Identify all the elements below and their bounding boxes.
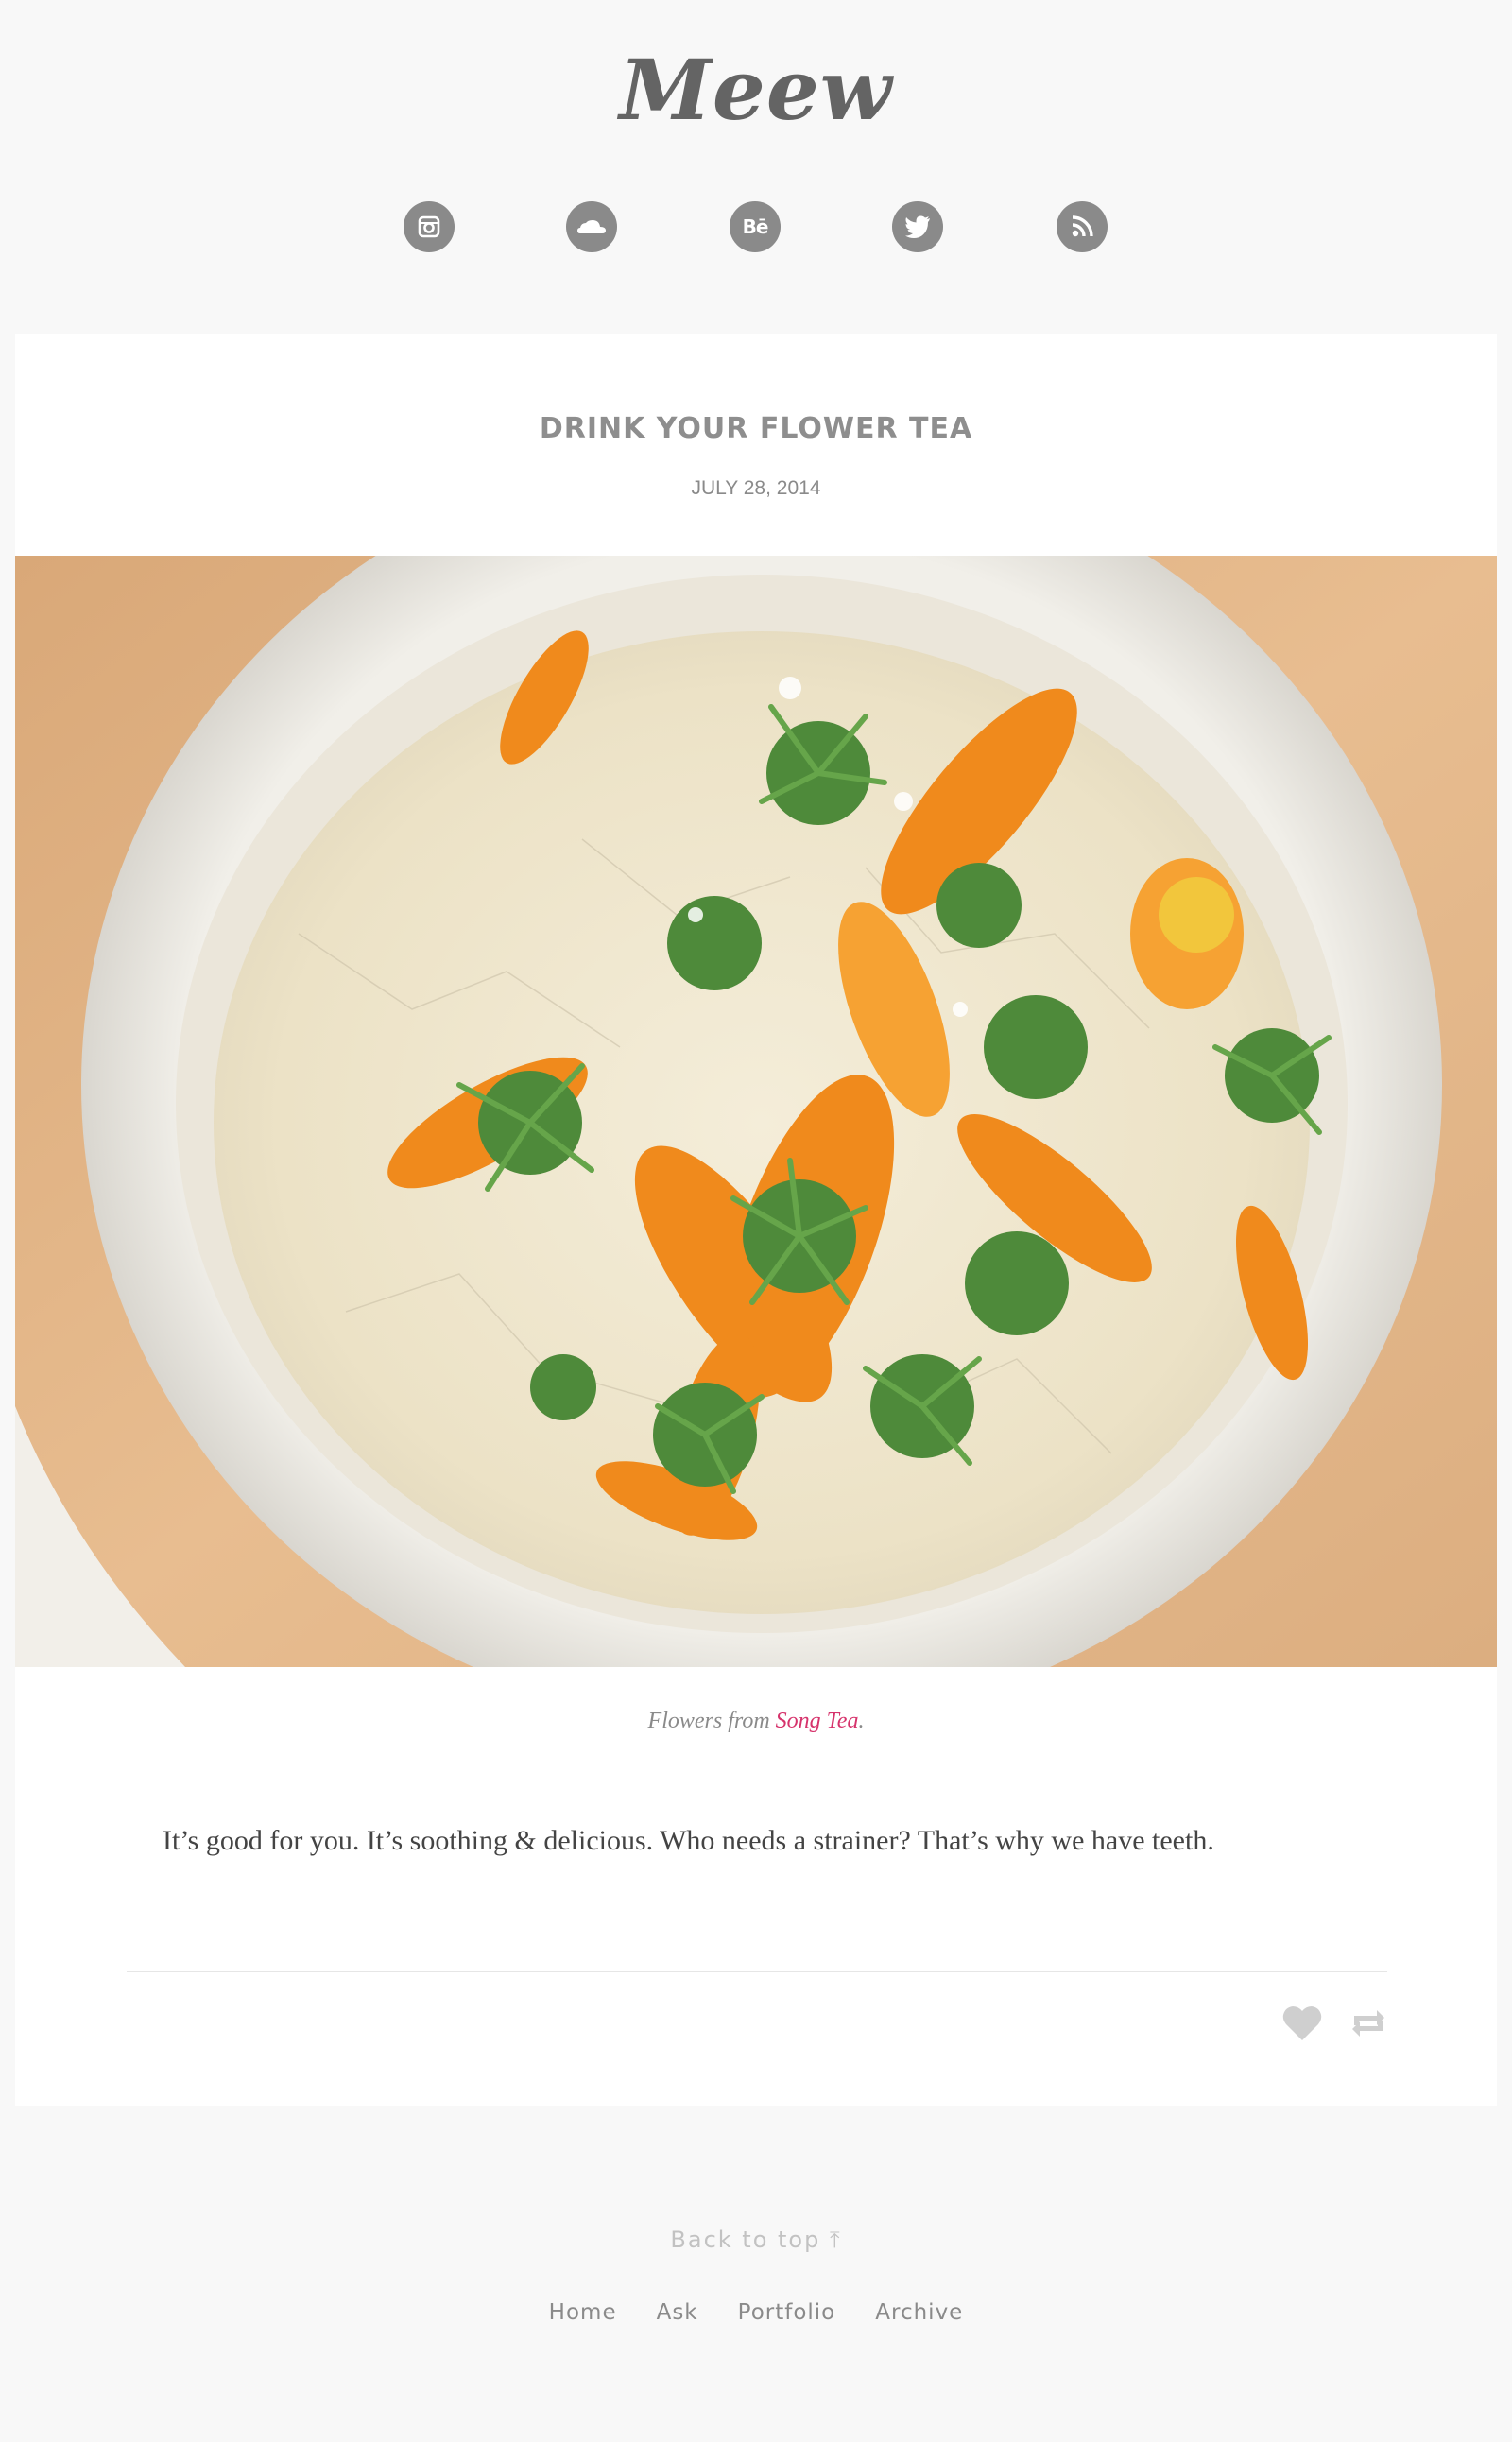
footer-nav: Home Ask Portfolio Archive: [0, 2296, 1512, 2329]
caption-suffix: .: [858, 1709, 865, 1733]
post-date[interactable]: JULY 28, 2014: [15, 474, 1497, 503]
footer-nav-home[interactable]: Home: [549, 2296, 617, 2329]
footer-nav-portfolio[interactable]: Portfolio: [738, 2296, 836, 2329]
soundcloud-icon[interactable]: [566, 201, 617, 252]
reblog-icon[interactable]: [1349, 2005, 1388, 2046]
post-body: It’s good for you. It’s soothing & delic…: [163, 1825, 1214, 1856]
photo-caption: Flowers from Song Tea.: [0, 1705, 1512, 1737]
post-photo: [15, 556, 1497, 1667]
caption-prefix: Flowers from: [647, 1709, 776, 1733]
back-to-top-link[interactable]: Back to top ⤒: [0, 2223, 1512, 2257]
blog-title[interactable]: Meew: [0, 38, 1512, 142]
footer-nav-ask[interactable]: Ask: [657, 2296, 698, 2329]
post-title[interactable]: DRINK YOUR FLOWER TEA: [15, 408, 1497, 450]
twitter-icon[interactable]: [892, 201, 943, 252]
behance-icon[interactable]: Bē: [730, 201, 781, 252]
footer-nav-archive[interactable]: Archive: [875, 2296, 963, 2329]
heart-icon[interactable]: [1282, 2005, 1322, 2046]
rss-icon[interactable]: [1057, 201, 1108, 252]
post-divider: [127, 1971, 1387, 1972]
instagram-icon[interactable]: [404, 201, 455, 252]
song-tea-link[interactable]: Song Tea: [776, 1709, 859, 1733]
